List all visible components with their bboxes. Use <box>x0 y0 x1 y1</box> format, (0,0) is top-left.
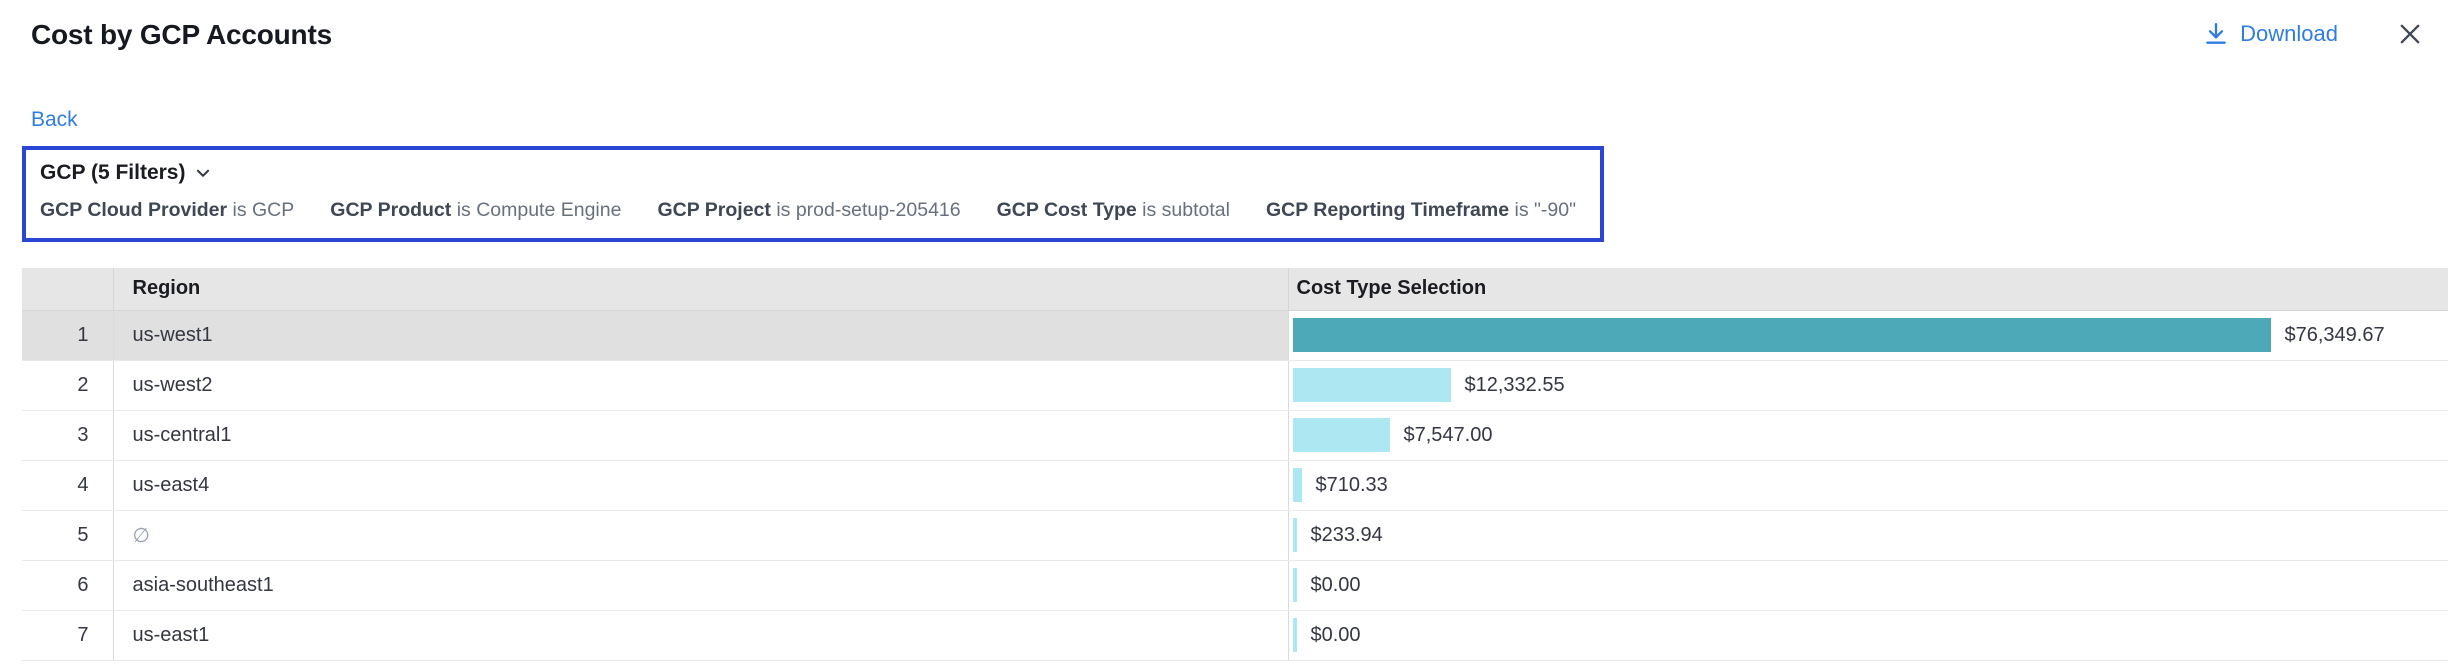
download-icon <box>2203 21 2229 47</box>
header-actions: Download <box>2203 20 2424 48</box>
table-header-row: Region Cost Type Selection <box>22 268 2448 310</box>
filter-item[interactable]: GCP Reporting Timeframe is "-90" <box>1266 199 1576 222</box>
filter-condition: is subtotal <box>1137 199 1230 221</box>
download-button[interactable]: Download <box>2203 21 2338 47</box>
row-index: 6 <box>22 560 113 610</box>
cost-bar <box>1293 568 1297 602</box>
filter-group: GCP (5 Filters) GCP Cloud Provider is GC… <box>22 146 1604 242</box>
filter-condition: is GCP <box>227 199 294 221</box>
cost-bar-wrap: $0.00 <box>1289 618 2448 652</box>
cost-bar-wrap: $12,332.55 <box>1289 368 2448 402</box>
table-row[interactable]: 3 us-central1 $7,547.00 <box>22 410 2448 460</box>
page-title: Cost by GCP Accounts <box>31 18 332 52</box>
cost-bar <box>1293 468 1302 502</box>
cost-bar <box>1293 318 2271 352</box>
row-index: 5 <box>22 510 113 560</box>
filter-condition: is "-90" <box>1509 199 1576 221</box>
region-cell: us-east1 <box>113 610 1288 660</box>
table-row[interactable]: 7 us-east1 $0.00 <box>22 610 2448 660</box>
region-cell: us-central1 <box>113 410 1288 460</box>
cost-value: $7,547.00 <box>1404 424 1493 447</box>
back-link[interactable]: Back <box>31 108 78 132</box>
cost-value: $710.33 <box>1316 474 1388 497</box>
table-row[interactable]: 2 us-west2 $12,332.55 <box>22 360 2448 410</box>
cost-bar <box>1293 418 1390 452</box>
download-label: Download <box>2240 21 2338 47</box>
filter-item[interactable]: GCP Cloud Provider is GCP <box>40 199 294 222</box>
cost-cell: $7,547.00 <box>1288 410 2448 460</box>
cost-bar <box>1293 618 1297 652</box>
chevron-down-icon <box>194 164 212 182</box>
close-button[interactable] <box>2396 20 2424 48</box>
region-cell: us-west2 <box>113 360 1288 410</box>
filter-summary-toggle[interactable]: GCP (5 Filters) <box>40 160 212 186</box>
cost-bar-wrap: $0.00 <box>1289 568 2448 602</box>
filter-item[interactable]: GCP Cost Type is subtotal <box>997 199 1230 222</box>
cost-bar <box>1293 518 1297 552</box>
filter-field: GCP Product <box>330 199 451 221</box>
cost-bar-wrap: $710.33 <box>1289 468 2448 502</box>
row-index: 2 <box>22 360 113 410</box>
region-cell: us-west1 <box>113 310 1288 360</box>
row-index: 1 <box>22 310 113 360</box>
cost-table: Region Cost Type Selection 1 us-west1 $7… <box>22 268 2448 661</box>
cost-bar-wrap: $76,349.67 <box>1289 318 2448 352</box>
table-row[interactable]: 6 asia-southeast1 $0.00 <box>22 560 2448 610</box>
filter-item[interactable]: GCP Project is prod-setup-205416 <box>657 199 960 222</box>
table-row[interactable]: 4 us-east4 $710.33 <box>22 460 2448 510</box>
cost-value: $0.00 <box>1311 574 1361 597</box>
panel-header: Cost by GCP Accounts Download <box>0 0 2448 52</box>
cost-cell: $710.33 <box>1288 460 2448 510</box>
cost-by-gcp-accounts-panel: Cost by GCP Accounts Download Back GCP (… <box>0 0 2448 661</box>
filter-field: GCP Reporting Timeframe <box>1266 199 1509 221</box>
row-index: 4 <box>22 460 113 510</box>
column-header-index <box>22 268 113 310</box>
cost-cell: $0.00 <box>1288 560 2448 610</box>
cost-value: $0.00 <box>1311 624 1361 647</box>
region-cell: asia-southeast1 <box>113 560 1288 610</box>
filter-field: GCP Cost Type <box>997 199 1137 221</box>
column-header-cost-type-selection[interactable]: Cost Type Selection <box>1288 268 2448 310</box>
filter-field: GCP Project <box>657 199 770 221</box>
table-row[interactable]: 1 us-west1 $76,349.67 <box>22 310 2448 360</box>
cost-value: $76,349.67 <box>2285 324 2385 347</box>
filter-list: GCP Cloud Provider is GCP GCP Product is… <box>40 199 1576 222</box>
cost-value: $12,332.55 <box>1465 374 1565 397</box>
row-index: 7 <box>22 610 113 660</box>
filter-condition: is Compute Engine <box>451 199 621 221</box>
cost-cell: $233.94 <box>1288 510 2448 560</box>
table-row[interactable]: 5 ∅ $233.94 <box>22 510 2448 560</box>
filter-summary-label: GCP (5 Filters) <box>40 160 185 186</box>
row-index: 3 <box>22 410 113 460</box>
cost-bar-wrap: $7,547.00 <box>1289 418 2448 452</box>
cost-value: $233.94 <box>1311 524 1383 547</box>
cost-bar-wrap: $233.94 <box>1289 518 2448 552</box>
close-icon <box>2396 20 2424 48</box>
region-cell: ∅ <box>113 510 1288 560</box>
filter-item[interactable]: GCP Product is Compute Engine <box>330 199 621 222</box>
cost-cell: $12,332.55 <box>1288 360 2448 410</box>
cost-cell: $0.00 <box>1288 610 2448 660</box>
region-cell: us-east4 <box>113 460 1288 510</box>
column-header-region[interactable]: Region <box>113 268 1288 310</box>
filter-condition: is prod-setup-205416 <box>771 199 961 221</box>
cost-bar <box>1293 368 1451 402</box>
cost-cell: $76,349.67 <box>1288 310 2448 360</box>
filter-field: GCP Cloud Provider <box>40 199 227 221</box>
